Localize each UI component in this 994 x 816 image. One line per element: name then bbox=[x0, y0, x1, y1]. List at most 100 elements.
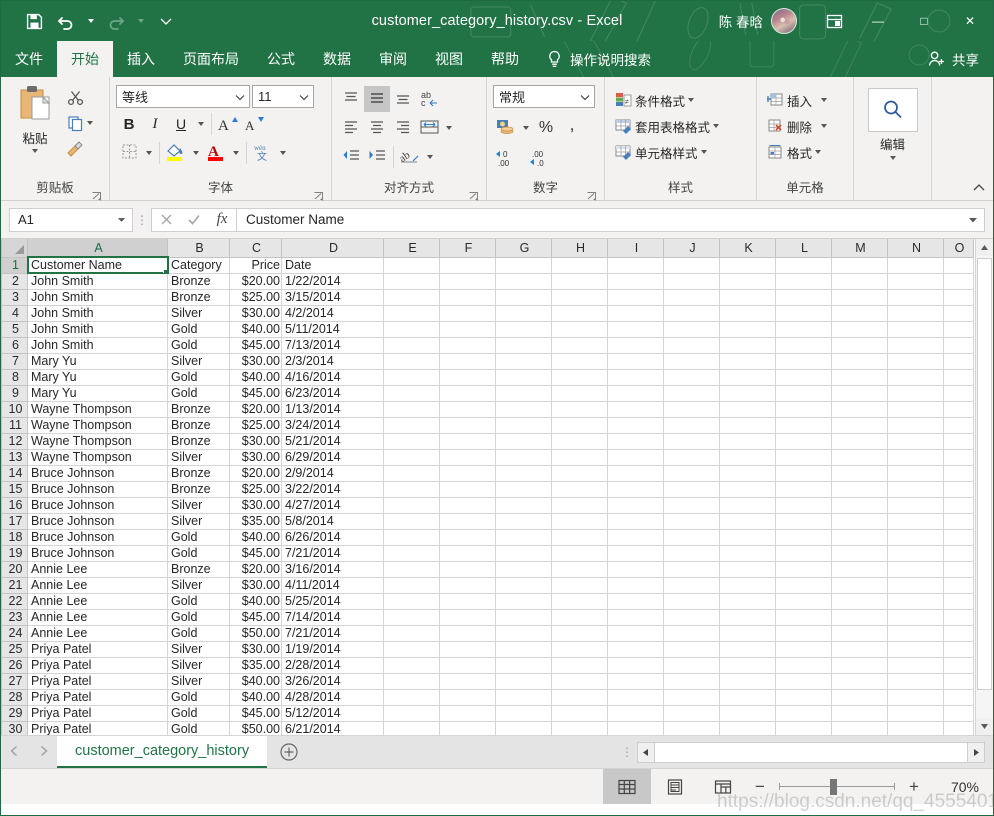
cell-G4[interactable] bbox=[495, 304, 552, 322]
select-all-corner[interactable] bbox=[1, 239, 28, 258]
format-as-table-button[interactable]: 套用表格格式 bbox=[611, 113, 750, 139]
cell-O8[interactable] bbox=[943, 368, 974, 386]
cell-C7[interactable]: $30.00 bbox=[229, 352, 282, 370]
cell-F11[interactable] bbox=[439, 416, 496, 434]
cell-H24[interactable] bbox=[551, 624, 608, 642]
cell-H12[interactable] bbox=[551, 432, 608, 450]
cell-K18[interactable] bbox=[719, 528, 776, 546]
cell-K23[interactable] bbox=[719, 608, 776, 626]
table-row[interactable]: 18 Bruce Johnson Gold $40.00 6/26/2014 bbox=[1, 528, 974, 546]
cell-N22[interactable] bbox=[887, 592, 944, 610]
cell-N13[interactable] bbox=[887, 448, 944, 466]
cell-J4[interactable] bbox=[663, 304, 720, 322]
cell-K5[interactable] bbox=[719, 320, 776, 338]
cell-E14[interactable] bbox=[383, 464, 440, 482]
cell-L28[interactable] bbox=[775, 688, 832, 706]
cell-H8[interactable] bbox=[551, 368, 608, 386]
cell-F18[interactable] bbox=[439, 528, 496, 546]
cell-L10[interactable] bbox=[775, 400, 832, 418]
cell-I26[interactable] bbox=[607, 656, 664, 674]
cell-F27[interactable] bbox=[439, 672, 496, 690]
cell-J11[interactable] bbox=[663, 416, 720, 434]
cell-D13[interactable]: 6/29/2014 bbox=[281, 448, 384, 466]
table-row[interactable]: 25 Priya Patel Silver $30.00 1/19/2014 bbox=[1, 640, 974, 658]
cell-E9[interactable] bbox=[383, 384, 440, 402]
paste-dropdown-icon[interactable] bbox=[32, 149, 38, 153]
cell-D20[interactable]: 3/16/2014 bbox=[281, 560, 384, 578]
cell-A21[interactable]: Annie Lee bbox=[27, 576, 168, 594]
cancel-icon[interactable] bbox=[152, 209, 180, 231]
cell-E22[interactable] bbox=[383, 592, 440, 610]
cell-N20[interactable] bbox=[887, 560, 944, 578]
cell-C30[interactable]: $50.00 bbox=[229, 720, 282, 735]
editing-dropdown-icon[interactable] bbox=[889, 156, 896, 160]
cell-A8[interactable]: Mary Yu bbox=[27, 368, 168, 386]
cell-G2[interactable] bbox=[495, 272, 552, 290]
cell-G27[interactable] bbox=[495, 672, 552, 690]
cell-O16[interactable] bbox=[943, 496, 974, 514]
row-header-7[interactable]: 7 bbox=[1, 352, 28, 370]
cell-A10[interactable]: Wayne Thompson bbox=[27, 400, 168, 418]
cell-O11[interactable] bbox=[943, 416, 974, 434]
cell-O26[interactable] bbox=[943, 656, 974, 674]
cell-N5[interactable] bbox=[887, 320, 944, 338]
cell-C27[interactable]: $40.00 bbox=[229, 672, 282, 690]
formula-bar-grip[interactable]: ⋮ bbox=[133, 214, 151, 226]
cell-G25[interactable] bbox=[495, 640, 552, 658]
cell-A24[interactable]: Annie Lee bbox=[27, 624, 168, 642]
cell-J17[interactable] bbox=[663, 512, 720, 530]
page-layout-view-icon[interactable] bbox=[651, 769, 699, 804]
cell-J27[interactable] bbox=[663, 672, 720, 690]
tab-home[interactable]: 开始 bbox=[57, 41, 113, 77]
paste-button[interactable]: 粘贴 bbox=[7, 82, 63, 180]
cell-K14[interactable] bbox=[719, 464, 776, 482]
cell-E28[interactable] bbox=[383, 688, 440, 706]
cell-D11[interactable]: 3/24/2014 bbox=[281, 416, 384, 434]
cell-M7[interactable] bbox=[831, 352, 888, 370]
minimize-button[interactable]: — bbox=[855, 1, 901, 41]
table-row[interactable]: 15 Bruce Johnson Bronze $25.00 3/22/2014 bbox=[1, 480, 974, 498]
cell-J30[interactable] bbox=[663, 720, 720, 735]
cell-F29[interactable] bbox=[439, 704, 496, 722]
column-header-O[interactable]: O bbox=[943, 239, 974, 258]
column-header-N[interactable]: N bbox=[887, 239, 944, 258]
cell-M1[interactable] bbox=[831, 256, 888, 274]
table-row[interactable]: 22 Annie Lee Gold $40.00 5/25/2014 bbox=[1, 592, 974, 610]
cell-M4[interactable] bbox=[831, 304, 888, 322]
cell-L29[interactable] bbox=[775, 704, 832, 722]
cell-L24[interactable] bbox=[775, 624, 832, 642]
column-header-K[interactable]: K bbox=[719, 239, 776, 258]
number-format-combo[interactable]: 常规 bbox=[493, 85, 595, 108]
cell-A23[interactable]: Annie Lee bbox=[27, 608, 168, 626]
cell-L22[interactable] bbox=[775, 592, 832, 610]
table-row[interactable]: 6 John Smith Gold $45.00 7/13/2014 bbox=[1, 336, 974, 354]
cell-H28[interactable] bbox=[551, 688, 608, 706]
cell-J1[interactable] bbox=[663, 256, 720, 274]
copy-button[interactable] bbox=[63, 110, 96, 136]
row-header-28[interactable]: 28 bbox=[1, 688, 28, 706]
cell-D10[interactable]: 1/13/2014 bbox=[281, 400, 384, 418]
cell-G3[interactable] bbox=[495, 288, 552, 306]
cell-L18[interactable] bbox=[775, 528, 832, 546]
cell-O19[interactable] bbox=[943, 544, 974, 562]
cell-K25[interactable] bbox=[719, 640, 776, 658]
check-icon[interactable] bbox=[180, 209, 208, 231]
cell-J15[interactable] bbox=[663, 480, 720, 498]
zoom-in-button[interactable]: + bbox=[901, 777, 927, 797]
row-header-24[interactable]: 24 bbox=[1, 624, 28, 642]
cell-G19[interactable] bbox=[495, 544, 552, 562]
fx-icon[interactable]: fx bbox=[208, 209, 236, 231]
delete-dropdown-icon[interactable] bbox=[821, 124, 828, 128]
cell-E23[interactable] bbox=[383, 608, 440, 626]
table-row[interactable]: 23 Annie Lee Gold $45.00 7/14/2014 bbox=[1, 608, 974, 626]
cell-L4[interactable] bbox=[775, 304, 832, 322]
phonetic-guide-button[interactable]: wén 文 bbox=[250, 140, 276, 166]
cell-C19[interactable]: $45.00 bbox=[229, 544, 282, 562]
cell-D2[interactable]: 1/22/2014 bbox=[281, 272, 384, 290]
cell-O12[interactable] bbox=[943, 432, 974, 450]
table-row[interactable]: 30 Priya Patel Gold $50.00 6/21/2014 bbox=[1, 720, 974, 735]
cell-L5[interactable] bbox=[775, 320, 832, 338]
cell-N25[interactable] bbox=[887, 640, 944, 658]
cell-C6[interactable]: $45.00 bbox=[229, 336, 282, 354]
fill-handle[interactable] bbox=[163, 268, 167, 272]
